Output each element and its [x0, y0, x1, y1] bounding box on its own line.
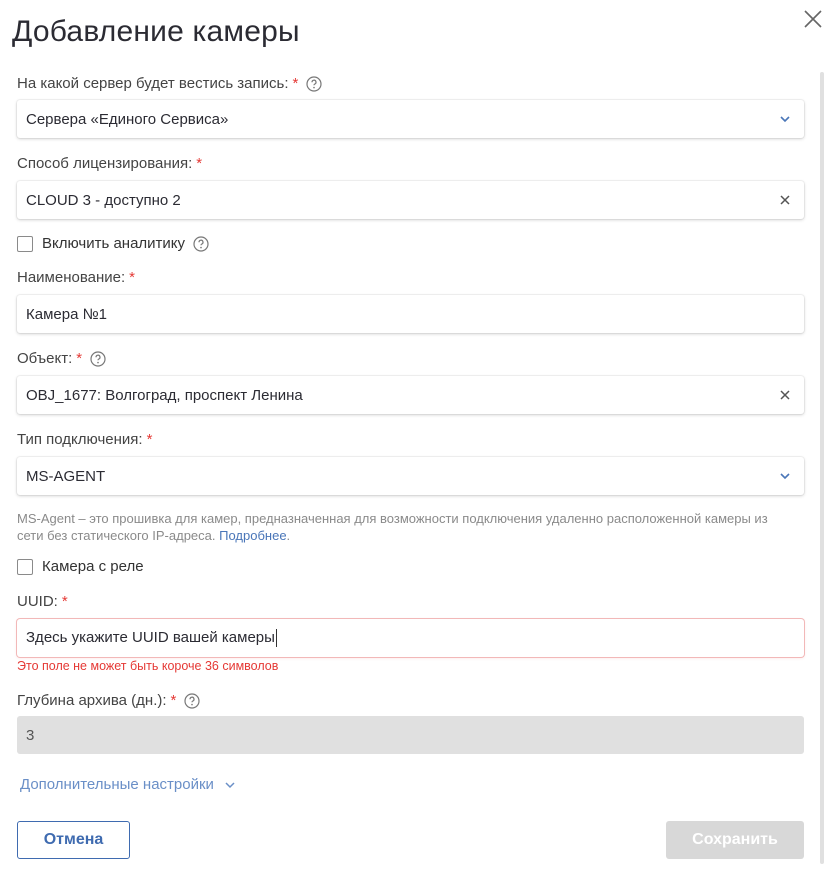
required-mark: * [76, 350, 83, 367]
object-select[interactable]: OBJ_1677: Волгоград, проспект Ленина [17, 376, 804, 414]
uuid-input-text: Здесь укажите UUID вашей камеры [26, 628, 275, 646]
help-icon[interactable] [90, 351, 106, 367]
analytics-checkbox[interactable] [17, 235, 33, 252]
object-select-value: OBJ_1677: Волгоград, проспект Ленина [26, 386, 303, 404]
connection-hint: MS-Agent – это прошивка для камер, предн… [17, 510, 777, 544]
help-icon[interactable] [184, 693, 200, 709]
licensing-select[interactable]: CLOUD 3 - доступно 2 [17, 181, 804, 219]
close-icon[interactable] [800, 6, 826, 32]
analytics-checkbox-row[interactable]: Включить аналитику [17, 235, 209, 252]
server-select[interactable]: Сервера «Единого Сервиса» [17, 100, 804, 138]
chevron-down-icon[interactable] [778, 469, 792, 483]
uuid-input[interactable]: Здесь укажите UUID вашей камеры [17, 619, 804, 657]
object-label-text: Объект: [17, 350, 73, 367]
connection-label-text: Тип подключения: [17, 431, 143, 448]
name-label-text: Наименование: [17, 269, 126, 286]
connection-hint-text: MS-Agent – это прошивка для камер, предн… [17, 511, 768, 543]
help-icon[interactable] [193, 235, 209, 252]
archive-input-value: 3 [26, 726, 35, 744]
relay-checkbox[interactable] [17, 558, 33, 575]
archive-input: 3 [17, 716, 804, 754]
uuid-label: UUID: * [17, 592, 68, 612]
object-label: Объект: * [17, 349, 106, 369]
licensing-select-value: CLOUD 3 - доступно 2 [26, 191, 181, 209]
server-select-value: Сервера «Единого Сервиса» [26, 110, 229, 128]
required-mark: * [196, 155, 203, 172]
relay-label: Камера с реле [42, 558, 144, 575]
relay-checkbox-row[interactable]: Камера с реле [17, 558, 144, 575]
server-label: На какой сервер будет вестись запись: * [17, 74, 322, 94]
licensing-label-text: Способ лицензирования: [17, 155, 193, 172]
required-mark: * [61, 593, 68, 610]
server-label-text: На какой сервер будет вестись запись: [17, 75, 289, 92]
licensing-label: Способ лицензирования: * [17, 154, 202, 174]
connection-select[interactable]: MS-AGENT [17, 457, 804, 495]
hint-end: . [286, 528, 291, 543]
advanced-settings-toggle[interactable]: Дополнительные настройки [20, 776, 236, 793]
scrollbar[interactable] [820, 72, 824, 864]
uuid-error: Это поле не может быть короче 36 символо… [17, 659, 279, 673]
clear-icon[interactable] [778, 388, 792, 402]
connection-label: Тип подключения: * [17, 430, 152, 450]
archive-label-text: Глубина архива (дн.): [17, 692, 167, 709]
archive-label: Глубина архива (дн.): * [17, 691, 200, 711]
name-input[interactable]: Камера №1 [17, 295, 804, 333]
required-mark: * [292, 75, 299, 92]
more-link[interactable]: Подробнее [219, 528, 286, 543]
analytics-label: Включить аналитику [42, 235, 186, 252]
dialog-title: Добавление камеры [12, 15, 300, 48]
required-mark: * [170, 692, 177, 709]
uuid-input-value: Здесь укажите UUID вашей камеры [26, 628, 792, 648]
advanced-settings-label: Дополнительные настройки [20, 776, 214, 793]
name-label: Наименование: * [17, 268, 135, 288]
cancel-button[interactable]: Отмена [17, 821, 130, 859]
connection-select-value: MS-AGENT [26, 467, 106, 485]
chevron-down-icon [224, 781, 236, 789]
save-button[interactable]: Сохранить [666, 821, 804, 859]
text-cursor [275, 629, 277, 648]
required-mark: * [129, 269, 135, 286]
uuid-label-text: UUID: [17, 593, 58, 610]
clear-icon[interactable] [778, 193, 792, 207]
help-icon[interactable] [306, 76, 322, 92]
chevron-down-icon[interactable] [778, 112, 792, 126]
required-mark: * [146, 431, 153, 448]
name-input-value: Камера №1 [26, 305, 108, 323]
